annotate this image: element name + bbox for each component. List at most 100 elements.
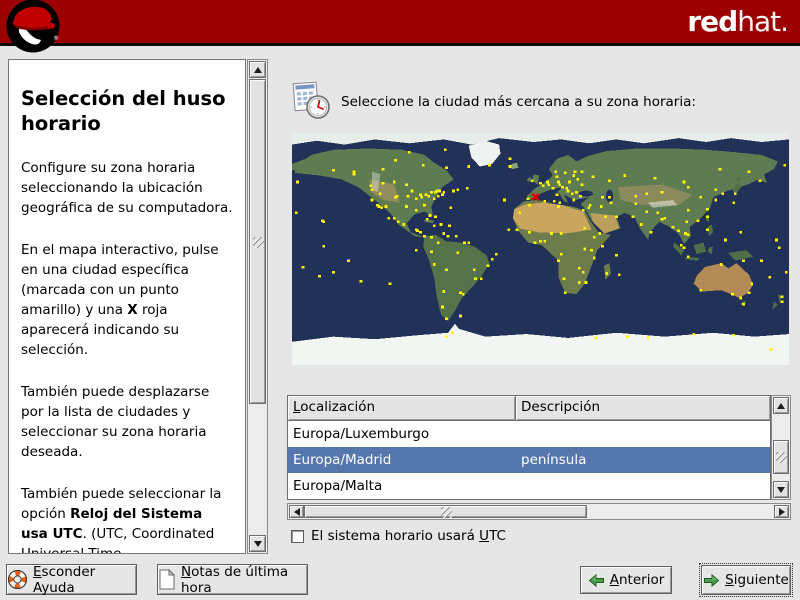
city-dot[interactable] xyxy=(456,251,460,255)
city-dot[interactable] xyxy=(414,249,418,252)
city-dot[interactable] xyxy=(559,232,563,235)
back-button[interactable]: Anterior xyxy=(580,566,672,594)
scroll-down-button[interactable] xyxy=(773,481,789,498)
city-dot[interactable] xyxy=(436,194,440,198)
city-dot[interactable] xyxy=(706,228,709,231)
city-dot[interactable] xyxy=(780,300,784,304)
city-dot[interactable] xyxy=(432,224,436,228)
city-dot[interactable] xyxy=(421,163,425,167)
city-dot[interactable] xyxy=(508,157,512,161)
city-dot[interactable] xyxy=(508,165,512,168)
city-dot[interactable] xyxy=(566,189,570,193)
city-dot[interactable] xyxy=(449,206,453,210)
city-dot[interactable] xyxy=(769,348,773,351)
next-button[interactable]: Siguiente xyxy=(699,563,793,597)
table-vertical-scrollbar[interactable] xyxy=(771,395,791,500)
city-dot[interactable] xyxy=(646,336,650,340)
city-dot[interactable] xyxy=(294,211,298,215)
city-dot[interactable] xyxy=(359,279,363,283)
city-dot[interactable] xyxy=(615,215,618,219)
city-dot[interactable] xyxy=(405,183,408,186)
city-dot[interactable] xyxy=(706,207,709,211)
city-dot[interactable] xyxy=(381,167,385,171)
city-dot[interactable] xyxy=(555,175,559,179)
city-dot[interactable] xyxy=(377,205,381,208)
city-dot[interactable] xyxy=(387,216,391,220)
city-dot[interactable] xyxy=(296,180,299,184)
city-dot[interactable] xyxy=(577,267,581,270)
city-dot[interactable] xyxy=(488,163,491,167)
city-dot[interactable] xyxy=(604,215,607,219)
city-dot[interactable] xyxy=(592,256,596,260)
city-dot[interactable] xyxy=(428,214,432,217)
city-dot[interactable] xyxy=(590,249,593,252)
scroll-up-button[interactable] xyxy=(249,61,266,78)
city-dot[interactable] xyxy=(450,331,454,335)
release-notes-button[interactable]: Notas de última hora xyxy=(157,564,308,596)
city-dot[interactable] xyxy=(598,232,602,235)
scroll-up-button[interactable] xyxy=(773,397,789,414)
city-dot[interactable] xyxy=(318,274,321,278)
city-dot[interactable] xyxy=(742,259,745,262)
city-dot[interactable] xyxy=(714,198,718,202)
city-dot[interactable] xyxy=(395,194,399,198)
city-dot[interactable] xyxy=(784,270,788,274)
city-dot[interactable] xyxy=(528,203,531,207)
city-dot[interactable] xyxy=(454,234,458,238)
city-dot[interactable] xyxy=(414,197,418,201)
city-dot[interactable] xyxy=(617,273,621,277)
city-dot[interactable] xyxy=(615,254,618,257)
city-dot[interactable] xyxy=(572,174,576,177)
city-dot[interactable] xyxy=(718,167,722,171)
city-dot[interactable] xyxy=(584,281,588,284)
city-dot[interactable] xyxy=(380,206,384,210)
city-dot[interactable] xyxy=(587,206,591,210)
city-dot[interactable] xyxy=(608,179,611,182)
city-dot[interactable] xyxy=(724,238,727,242)
timezone-map[interactable] xyxy=(292,133,789,365)
city-dot[interactable] xyxy=(405,205,408,208)
city-dot[interactable] xyxy=(394,158,397,162)
city-dot[interactable] xyxy=(414,228,418,231)
city-dot[interactable] xyxy=(352,172,356,176)
city-dot[interactable] xyxy=(541,184,545,188)
city-dot[interactable] xyxy=(747,170,751,173)
city-dot[interactable] xyxy=(445,335,449,338)
city-dot[interactable] xyxy=(551,187,555,190)
city-dot[interactable] xyxy=(739,230,743,234)
scrollbar-thumb[interactable] xyxy=(304,505,587,518)
city-dot[interactable] xyxy=(430,191,433,194)
city-dot[interactable] xyxy=(384,205,388,208)
city-dot[interactable] xyxy=(515,228,519,231)
city-dot[interactable] xyxy=(660,191,664,194)
city-dot[interactable] xyxy=(565,187,569,190)
city-dot[interactable] xyxy=(424,193,428,197)
city-dot[interactable] xyxy=(503,198,506,202)
city-dot[interactable] xyxy=(686,255,690,259)
city-dot[interactable] xyxy=(592,236,596,239)
city-dot[interactable] xyxy=(631,215,635,219)
city-dot[interactable] xyxy=(543,200,547,203)
city-dot[interactable] xyxy=(332,169,335,172)
city-dot[interactable] xyxy=(467,241,471,244)
city-dot[interactable] xyxy=(626,335,629,338)
city-dot[interactable] xyxy=(301,265,305,269)
city-dot[interactable] xyxy=(474,277,477,280)
city-dot[interactable] xyxy=(580,170,584,173)
city-dot[interactable] xyxy=(768,276,772,279)
city-dot[interactable] xyxy=(533,241,537,244)
city-dot[interactable] xyxy=(445,268,449,271)
city-dot[interactable] xyxy=(601,245,605,248)
city-dot[interactable] xyxy=(452,189,455,193)
table-horizontal-scrollbar[interactable] xyxy=(287,503,791,520)
city-dot[interactable] xyxy=(425,218,429,221)
city-dot[interactable] xyxy=(322,245,326,248)
utc-checkbox[interactable] xyxy=(291,530,304,543)
city-dot[interactable] xyxy=(583,227,587,230)
city-dot[interactable] xyxy=(430,236,433,239)
city-dot[interactable] xyxy=(430,250,433,253)
city-dot[interactable] xyxy=(573,170,577,173)
city-dot[interactable] xyxy=(420,196,424,199)
city-dot[interactable] xyxy=(370,188,374,191)
city-dot[interactable] xyxy=(568,180,571,184)
